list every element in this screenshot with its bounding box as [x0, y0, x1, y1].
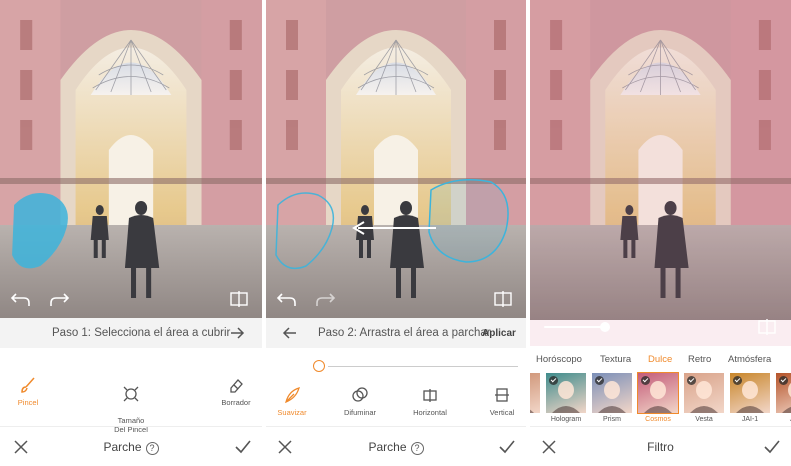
checkmark-icon: [549, 376, 558, 385]
slider-track[interactable]: [328, 366, 518, 367]
gallery-photo: [266, 0, 526, 318]
bottom-bar: Parche?: [266, 426, 526, 466]
confirm-check-icon[interactable]: [763, 438, 781, 456]
step-instruction-bar: Paso 2: Arrastra el área a parchar Aplic…: [266, 318, 526, 348]
confirm-check-icon[interactable]: [234, 438, 252, 456]
checkmark-icon: [641, 376, 650, 385]
tool-title: Parche?: [0, 440, 262, 455]
compare-icon[interactable]: [228, 288, 250, 310]
tool-horizontal[interactable]: Horizontal: [410, 386, 450, 417]
filter-preview-image: [592, 373, 632, 413]
filter-thumb-label: Vesta: [695, 416, 713, 423]
tab-texture[interactable]: Textura: [600, 354, 631, 365]
filter-preview-image: [530, 373, 540, 413]
back-arrow-icon[interactable]: [282, 325, 298, 341]
step-text: Paso 1: Selecciona el área a cubrir: [52, 327, 231, 339]
checkmark-icon: [687, 376, 696, 385]
patch-source-outline: [428, 179, 509, 263]
flip-vertical-icon: [495, 388, 509, 402]
tool-label: Borrador: [221, 398, 251, 407]
filter-thumb[interactable]: JAI-: [776, 373, 791, 423]
undo-icon[interactable]: [10, 288, 32, 310]
title-text: Parche: [103, 440, 142, 454]
filter-thumb-label: Prism: [603, 416, 621, 423]
tool-blur[interactable]: Difuminar: [340, 386, 380, 417]
filter-thumb-label: Hologram: [550, 416, 582, 423]
flip-horizontal-icon: [423, 389, 437, 402]
filter-intensity-slider[interactable]: [544, 326, 606, 328]
filter-preview-image: [546, 373, 586, 413]
feather-icon: [285, 387, 300, 404]
compare-icon[interactable]: [756, 316, 778, 338]
step-instruction-bar: Paso 1: Selecciona el área a cubrir: [0, 318, 262, 348]
tool-label: Vertical: [489, 408, 515, 417]
blend-circles-icon: [352, 387, 368, 402]
tool-label: Pincel: [17, 398, 39, 407]
tool-brush[interactable]: Pincel: [10, 376, 46, 407]
softness-slider[interactable]: [266, 358, 526, 374]
undo-icon[interactable]: [276, 288, 298, 310]
step-text: Paso 2: Arrastra el área a parchar: [318, 327, 491, 339]
filter-thumb[interactable]: Cosmos: [637, 372, 679, 423]
filter-thumbnails: a Hologram Prism Cosmos Vesta JAI-1 JAI-: [530, 372, 791, 427]
filter-category-tabs: Horóscopo Textura Dulce Retro Atmósfera: [530, 352, 791, 368]
bottom-bar: Filtro: [530, 426, 791, 466]
filter-preview-image: [730, 373, 770, 413]
tool-title: Filtro: [530, 440, 791, 454]
patch-step2-panel: Paso 2: Arrastra el área a parchar Aplic…: [266, 0, 526, 466]
checkmark-icon: [733, 376, 742, 385]
checkmark-icon: [779, 376, 788, 385]
tool-label: Suavizar: [277, 408, 307, 417]
brush-icon: [21, 377, 35, 393]
help-icon[interactable]: ?: [145, 442, 159, 455]
confirm-check-icon[interactable]: [498, 438, 516, 456]
filter-intensity-knob[interactable]: [600, 322, 610, 332]
photo-canvas[interactable]: [530, 0, 791, 346]
tool-eraser[interactable]: Borrador: [216, 376, 256, 407]
tab-atmosphere[interactable]: Atmósfera: [728, 354, 771, 365]
tool-label: Horizontal: [413, 408, 447, 417]
filter-preview-image: [684, 373, 724, 413]
filter-thumb[interactable]: Prism: [592, 373, 632, 423]
filter-preview-image: [776, 373, 791, 413]
title-text: Parche: [368, 440, 407, 454]
filter-thumb[interactable]: Vesta: [684, 373, 724, 423]
patch-step1-panel: Paso 1: Selecciona el área a cubrir Pinc…: [0, 0, 262, 466]
slider-knob[interactable]: [313, 360, 325, 372]
filter-thumb-label: JAI-: [776, 416, 791, 423]
filter-thumb-label: JAI-1: [741, 416, 759, 423]
filter-thumb[interactable]: a: [530, 373, 540, 423]
title-text: Filtro: [647, 440, 674, 454]
gallery-photo-filtered: [530, 0, 791, 346]
filter-thumb[interactable]: Hologram: [546, 373, 586, 423]
filter-thumb-label: a: [530, 416, 540, 423]
filter-thumb[interactable]: JAI-1: [730, 373, 770, 423]
tab-sweet[interactable]: Dulce: [648, 354, 672, 365]
tool-title: Parche?: [266, 440, 526, 455]
filter-panel: Horóscopo Textura Dulce Retro Atmósfera …: [530, 0, 791, 466]
tab-horoscope[interactable]: Horóscopo: [536, 354, 582, 365]
checkmark-icon: [595, 376, 604, 385]
brush-size-icon: [123, 386, 139, 402]
tool-label: Difuminar: [343, 408, 377, 417]
tool-smooth[interactable]: Suavizar: [274, 386, 310, 417]
redo-icon[interactable]: [314, 288, 336, 310]
photo-canvas[interactable]: [266, 0, 526, 318]
filter-preview-image: [637, 372, 679, 414]
bottom-bar: Parche?: [0, 426, 262, 466]
eraser-icon: [230, 379, 243, 393]
help-icon[interactable]: ?: [410, 442, 424, 455]
gallery-photo: [0, 0, 262, 318]
tool-vertical[interactable]: Vertical: [482, 386, 522, 417]
photo-canvas[interactable]: [0, 0, 262, 318]
apply-button[interactable]: Aplicar: [482, 328, 516, 339]
next-arrow-icon[interactable]: [229, 325, 245, 341]
compare-icon[interactable]: [492, 288, 514, 310]
redo-icon[interactable]: [48, 288, 70, 310]
filter-thumb-label: Cosmos: [645, 416, 671, 423]
tab-retro[interactable]: Retro: [688, 354, 711, 365]
